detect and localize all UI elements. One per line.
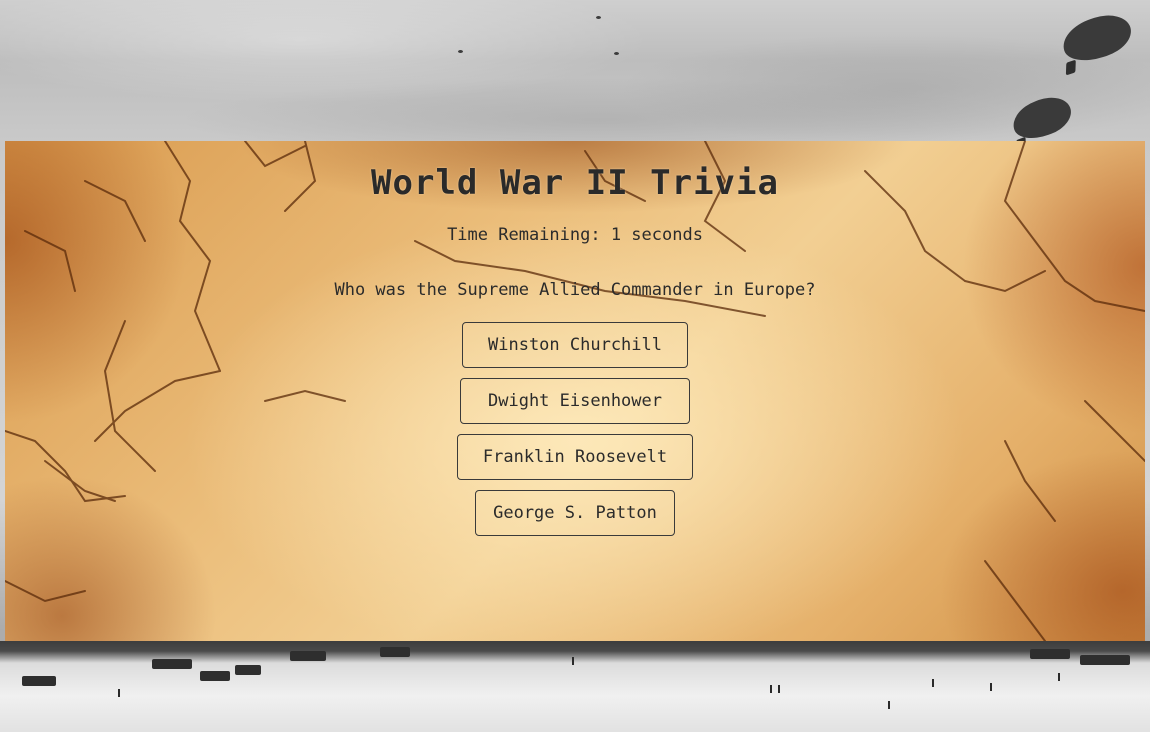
answer-button-4[interactable]: George S. Patton [475, 490, 675, 536]
soldier-figure [572, 657, 574, 665]
answer-button-1[interactable]: Winston Churchill [462, 322, 688, 368]
landing-vehicle [1080, 655, 1130, 665]
page-title: World War II Trivia [371, 163, 779, 203]
soldier-figure [778, 685, 780, 693]
quiz-content: World War II Trivia Time Remaining: 1 se… [5, 141, 1145, 641]
question-text: Who was the Supreme Allied Commander in … [334, 280, 816, 300]
landing-vehicle [290, 651, 326, 661]
soldier-figure [932, 679, 934, 687]
distant-plane [614, 52, 619, 55]
landing-vehicle [380, 647, 410, 657]
background-sky [0, 0, 1150, 141]
answer-button-2[interactable]: Dwight Eisenhower [460, 378, 690, 424]
soldier-figure [770, 685, 772, 693]
landing-vehicle [22, 676, 56, 686]
background-beach [0, 641, 1150, 732]
soldier-figure [990, 683, 992, 691]
answer-button-3[interactable]: Franklin Roosevelt [457, 434, 693, 480]
landing-vehicle [235, 665, 261, 675]
landing-vehicle [152, 659, 192, 669]
distant-plane [458, 50, 463, 53]
landing-vehicle [200, 671, 230, 681]
landing-vehicle [1030, 649, 1070, 659]
distant-plane [596, 16, 601, 19]
soldier-figure [118, 689, 120, 697]
timer-text: Time Remaining: 1 seconds [447, 225, 703, 245]
soldier-figure [888, 701, 890, 709]
soldier-figure [1058, 673, 1060, 681]
quiz-card: World War II Trivia Time Remaining: 1 se… [5, 141, 1145, 641]
